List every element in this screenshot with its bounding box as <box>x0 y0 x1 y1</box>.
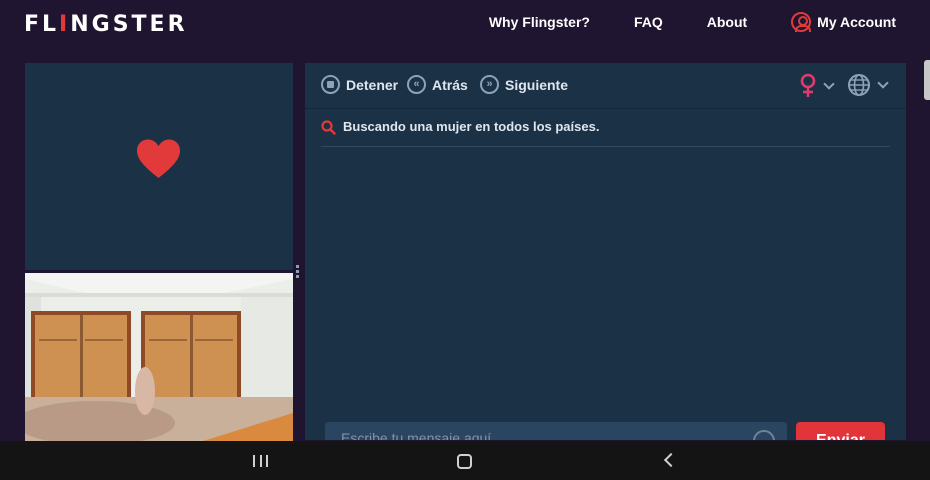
recent-apps-icon[interactable] <box>253 455 268 467</box>
logo-accent-letter: I <box>59 12 71 37</box>
home-icon[interactable] <box>457 454 472 469</box>
chat-toolbar: Detener « Atrás » Siguiente <box>305 63 906 109</box>
back-label: Atrás <box>432 76 468 93</box>
camera-feed-image <box>25 273 293 441</box>
top-bar: FLINGSTER Why Flingster? FAQ About My Ac… <box>0 0 930 50</box>
chat-panel: Detener « Atrás » Siguiente Buscando una… <box>305 63 906 440</box>
search-status: Buscando una mujer en todos los países. <box>321 119 890 147</box>
my-account-label: My Account <box>817 14 896 30</box>
stop-icon <box>321 75 340 94</box>
logo-suffix: NGSTER <box>70 12 188 37</box>
next-label: Siguiente <box>505 76 569 93</box>
nav-faq[interactable]: FAQ <box>634 14 663 30</box>
user-icon <box>791 12 812 32</box>
country-filter-dropdown[interactable] <box>847 73 889 97</box>
double-chevron-right-icon: » <box>480 75 499 94</box>
search-icon <box>321 120 336 135</box>
logo-prefix: FL <box>24 12 60 37</box>
message-input[interactable] <box>341 430 721 440</box>
nav-about[interactable]: About <box>707 14 747 30</box>
heart-icon <box>137 139 180 178</box>
back-icon[interactable] <box>663 452 679 468</box>
edge-panel-handle[interactable] <box>924 60 930 100</box>
main-nav: Why Flingster? FAQ About My Account <box>489 12 896 32</box>
back-button[interactable]: « Atrás <box>407 75 468 94</box>
double-chevron-left-icon: « <box>407 75 426 94</box>
female-icon <box>800 73 816 97</box>
system-navigation-bar <box>0 441 930 480</box>
stop-button[interactable]: Detener <box>321 75 398 94</box>
gender-filter-dropdown[interactable] <box>799 73 835 99</box>
my-account-link[interactable]: My Account <box>791 12 896 32</box>
flingster-logo[interactable]: FLINGSTER <box>24 12 188 37</box>
next-button[interactable]: » Siguiente <box>480 75 568 94</box>
chevron-down-icon <box>877 77 889 89</box>
nav-why-flingster[interactable]: Why Flingster? <box>489 14 590 30</box>
self-camera-preview <box>25 273 293 441</box>
globe-icon <box>848 74 870 96</box>
emoji-icon[interactable] <box>753 430 775 440</box>
message-composer <box>325 422 787 440</box>
status-message: Buscando una mujer en todos los países. <box>343 119 600 134</box>
chevron-down-icon <box>823 78 835 90</box>
stop-label: Detener <box>346 76 399 93</box>
send-button[interactable]: Enviar <box>796 422 885 440</box>
panel-resize-handle[interactable] <box>296 265 300 281</box>
